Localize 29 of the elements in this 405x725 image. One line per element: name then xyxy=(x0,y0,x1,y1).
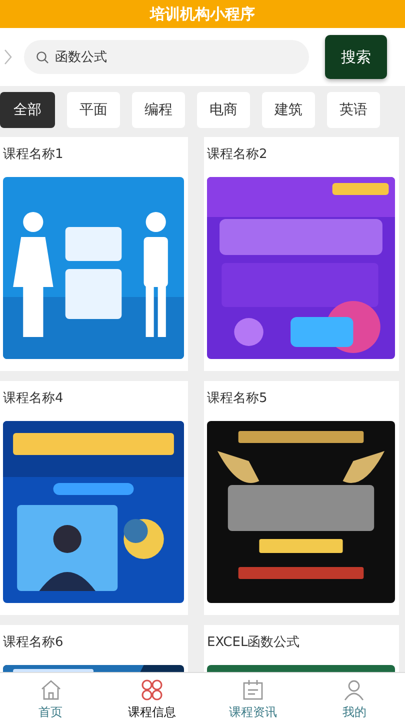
tab-bar-item[interactable]: 课程信息 xyxy=(101,673,202,725)
calendar-icon xyxy=(241,678,266,702)
category-tab[interactable]: 电商 xyxy=(197,92,250,128)
course-card[interactable]: 课程名称5 xyxy=(204,381,399,615)
circles-icon xyxy=(140,678,164,702)
course-title: 课程名称5 xyxy=(207,390,268,408)
person-icon xyxy=(342,678,366,702)
page-title: 培训机构小程序 xyxy=(150,4,255,24)
search-field[interactable]: 函数公式 xyxy=(24,40,309,74)
tab-bar-item[interactable]: 课程资讯 xyxy=(202,673,304,725)
course-title: EXCEL函数公式 xyxy=(207,634,301,652)
course-card[interactable]: 课程名称6 xyxy=(0,625,188,672)
search-button[interactable]: 搜索 xyxy=(325,35,387,79)
tab-bar-item[interactable]: 首页 xyxy=(0,673,102,725)
course-card[interactable]: EXCEL函数公式 xyxy=(204,625,399,672)
course-title: 课程名称2 xyxy=(207,146,268,164)
category-tab[interactable]: 编程 xyxy=(132,92,185,128)
category-tab[interactable]: 全部 xyxy=(0,92,55,128)
course-title: 课程名称1 xyxy=(3,146,64,164)
course-card[interactable]: 课程名称4 xyxy=(0,381,188,615)
course-title: 课程名称6 xyxy=(3,634,64,652)
category-tab[interactable]: 建筑 xyxy=(262,92,315,128)
course-card[interactable]: 课程名称1 xyxy=(0,137,188,371)
category-tab[interactable]: 英语 xyxy=(327,92,380,128)
chevron-icon[interactable] xyxy=(4,49,12,65)
course-card[interactable]: 课程名称2 xyxy=(204,137,399,371)
category-tab[interactable]: 平面 xyxy=(67,92,120,128)
tab-bar-item[interactable]: 我的 xyxy=(304,673,405,725)
course-title: 课程名称4 xyxy=(3,390,64,408)
